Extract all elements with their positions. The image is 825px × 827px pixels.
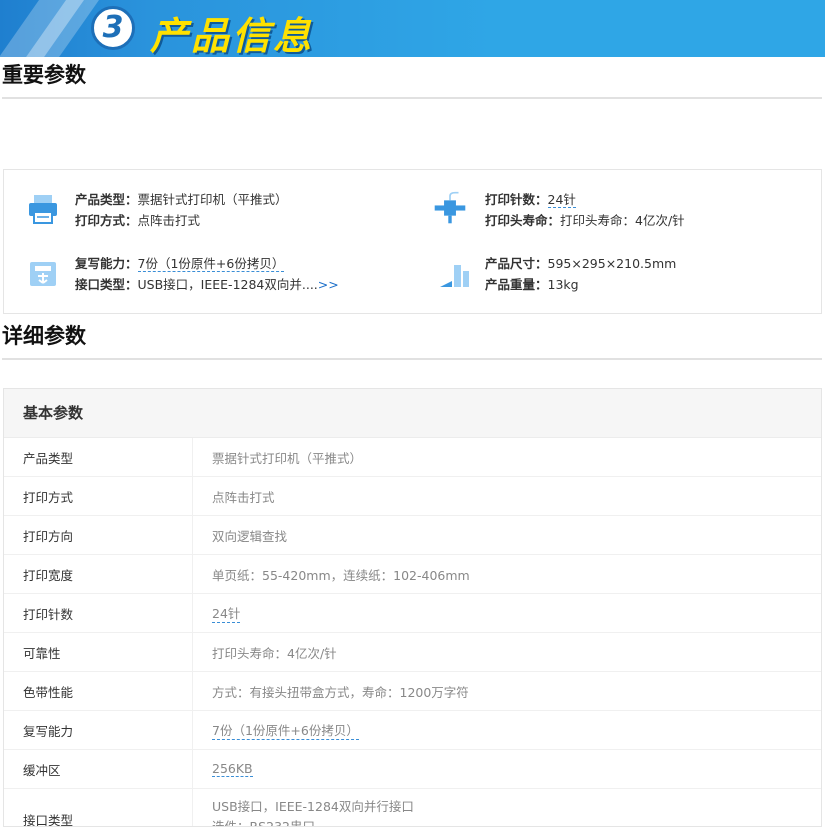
table-row: 打印方向 双向逻辑查找 (4, 516, 821, 555)
table-row: 可靠性 打印头寿命：4亿次/针 (4, 633, 821, 672)
size-icon (440, 265, 469, 287)
detail-params-heading: 详细参数 (2, 324, 86, 348)
important-params-heading: 重要参数 (2, 63, 86, 87)
divider (2, 358, 822, 360)
divider (2, 97, 822, 99)
pin-count-value-link[interactable]: 24针 (212, 603, 241, 623)
summary-group-pins: 打印针数：24针 打印头寿命：打印头寿命：4亿次/针 (485, 192, 685, 228)
copy-capacity-link[interactable]: 7份（1份原件+6份拷贝） (137, 256, 285, 272)
spec-table: 基本参数 产品类型 票据针式打印机（平推式） 打印方式 点阵击打式 打印方向 双向逻辑… (3, 388, 822, 827)
printer-icon (29, 195, 57, 224)
summary-group-type: 产品类型：票据针式打印机（平推式） 打印方式：点阵击打式 (75, 192, 288, 228)
summary-group-size: 产品尺寸：595×295×210.5mm 产品重量：13kg (485, 256, 677, 292)
summary-panel: 产品类型：票据针式打印机（平推式） 打印方式：点阵击打式 复写能力：7份（1份原… (3, 169, 822, 314)
table-row: 色带性能 方式：有接头扭带盒方式，寿命：1200万字符 (4, 672, 821, 711)
product-info-banner: 3 产品信息 (0, 0, 825, 57)
table-row: 打印宽度 单页纸：55-420mm，连续纸：102-406mm (4, 555, 821, 594)
section-number-badge: 3 (91, 6, 135, 50)
table-row: 接口类型 USB接口，IEEE-1284双向并行接口 选件：RS232串口 (4, 789, 821, 826)
spec-table-header: 基本参数 (4, 389, 821, 438)
table-row: 产品类型 票据针式打印机（平推式） (4, 438, 821, 477)
table-row: 打印针数 24针 (4, 594, 821, 633)
print-head-icon (434, 191, 466, 224)
table-row: 打印方式 点阵击打式 (4, 477, 821, 516)
banner-title: 产品信息 (150, 14, 315, 57)
buffer-value-link[interactable]: 256KB (212, 761, 253, 777)
table-row: 复写能力 7份（1份原件+6份拷贝） (4, 711, 821, 750)
copy-capacity-value-link[interactable]: 7份（1份原件+6份拷贝） (212, 720, 359, 740)
summary-group-interface: 复写能力：7份（1份原件+6份拷贝） 接口类型：USB接口，IEEE-1284双… (75, 256, 339, 292)
pin-count-link[interactable]: 24针 (547, 192, 576, 208)
usb-icon (30, 262, 56, 286)
table-row: 缓冲区 256KB (4, 750, 821, 789)
more-link[interactable]: >> (318, 277, 339, 292)
